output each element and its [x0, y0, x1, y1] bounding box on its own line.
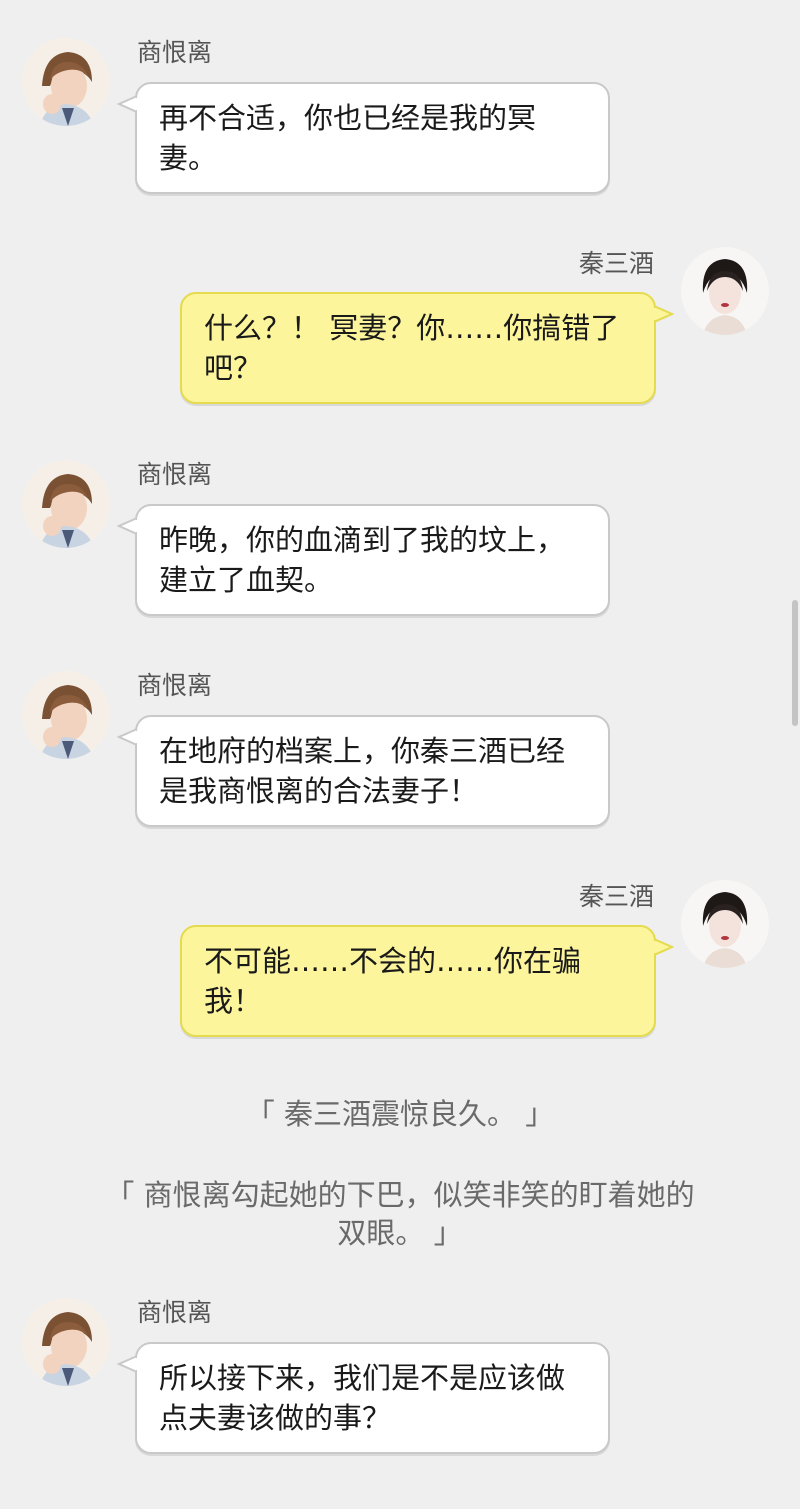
- male-avatar[interactable]: [22, 460, 110, 548]
- message-text: 所以接下来，我们是不是应该做点夫妻该做的事？: [159, 1361, 566, 1435]
- bubble-tail-icon: [117, 727, 137, 747]
- bubble-tail-icon: [654, 304, 674, 324]
- female-avatar[interactable]: [681, 247, 769, 335]
- bubble-tail-icon: [117, 1354, 137, 1374]
- message-text: 不可能……不会的……你在骗我！: [204, 944, 582, 1018]
- message-bubble: 在地府的档案上，你秦三酒已经是我商恨离的合法妻子！: [117, 715, 610, 827]
- bubble-tail-icon: [117, 516, 137, 536]
- message-text: 什么？！ 冥妻？你……你搞错了吧？: [204, 311, 620, 385]
- message-text: 再不合适，你也已经是我的冥妻。: [159, 101, 537, 175]
- message-bubble: 所以接下来，我们是不是应该做点夫妻该做的事？: [117, 1342, 610, 1454]
- speaker-name: 秦三酒: [578, 882, 654, 911]
- male-avatar[interactable]: [22, 671, 110, 759]
- message-bubble: 不可能……不会的……你在骗我！: [180, 925, 674, 1037]
- speaker-name: 商恨离: [137, 38, 213, 67]
- scrollbar[interactable]: [792, 600, 798, 726]
- message-text: 在地府的档案上，你秦三酒已经是我商恨离的合法妻子！: [159, 734, 566, 808]
- message-bubble: 昨晚，你的血滴到了我的坟上，建立了血契。: [117, 504, 610, 616]
- male-avatar[interactable]: [22, 38, 110, 126]
- narration-text: 「 秦三酒震惊良久。 」: [245, 1097, 555, 1131]
- speaker-name: 商恨离: [137, 1298, 213, 1327]
- bubble-tail-icon: [654, 937, 674, 957]
- speaker-name: 商恨离: [137, 460, 213, 489]
- message-bubble: 什么？！ 冥妻？你……你搞错了吧？: [180, 292, 674, 404]
- message-text: 昨晚，你的血滴到了我的坟上，建立了血契。: [159, 523, 566, 597]
- speaker-name: 商恨离: [137, 671, 213, 700]
- message-bubble: 再不合适，你也已经是我的冥妻。: [117, 82, 610, 194]
- speaker-name: 秦三酒: [578, 249, 654, 278]
- bubble-tail-icon: [117, 94, 137, 114]
- female-avatar[interactable]: [681, 880, 769, 968]
- male-avatar[interactable]: [22, 1298, 110, 1386]
- narration-text: 「 商恨离勾起她的下巴，似笑非笑的盯着她的双眼。 」: [105, 1178, 695, 1250]
